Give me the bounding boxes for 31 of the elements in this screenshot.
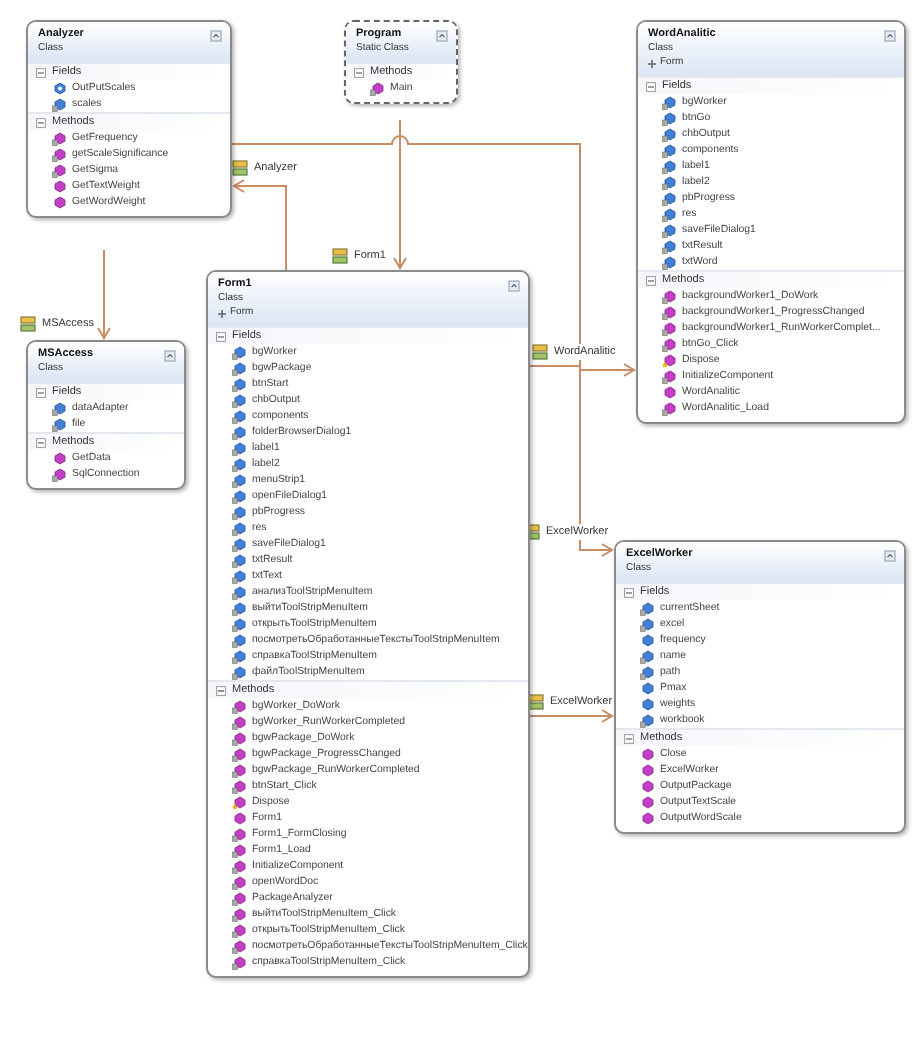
collapse-icon[interactable]: [624, 587, 634, 597]
collapse-icon[interactable]: [884, 549, 896, 561]
collapse-icon[interactable]: [216, 685, 226, 695]
method-icon: [370, 81, 384, 95]
collapse-icon[interactable]: [646, 275, 656, 285]
collapse-icon[interactable]: [36, 437, 46, 447]
collapse-icon[interactable]: [36, 67, 46, 77]
collapse-icon[interactable]: [36, 387, 46, 397]
collapse-icon[interactable]: [354, 67, 364, 77]
association-arrow: [97, 249, 111, 340]
association-icon: [528, 694, 544, 710]
collapse-icon[interactable]: [436, 29, 448, 41]
collapse-icon[interactable]: [210, 29, 222, 41]
property-icon: [52, 81, 66, 95]
association-icon: [20, 316, 36, 332]
association-icon: [332, 248, 348, 264]
collapse-icon[interactable]: [646, 81, 656, 91]
field-icon: [52, 97, 66, 111]
collapse-icon[interactable]: [164, 349, 176, 361]
collapse-icon[interactable]: [36, 117, 46, 127]
collapse-icon[interactable]: [216, 331, 226, 341]
collapse-icon[interactable]: [884, 29, 896, 41]
association-arrow: [529, 709, 614, 723]
expand-icon[interactable]: [218, 309, 226, 317]
expand-icon[interactable]: [648, 59, 656, 67]
class-shape[interactable]: [206, 270, 530, 978]
association-icon: [532, 344, 548, 360]
collapse-icon[interactable]: [624, 733, 634, 743]
class-shape[interactable]: [636, 20, 906, 424]
association-icon: [232, 160, 248, 176]
collapse-icon[interactable]: [508, 279, 520, 291]
